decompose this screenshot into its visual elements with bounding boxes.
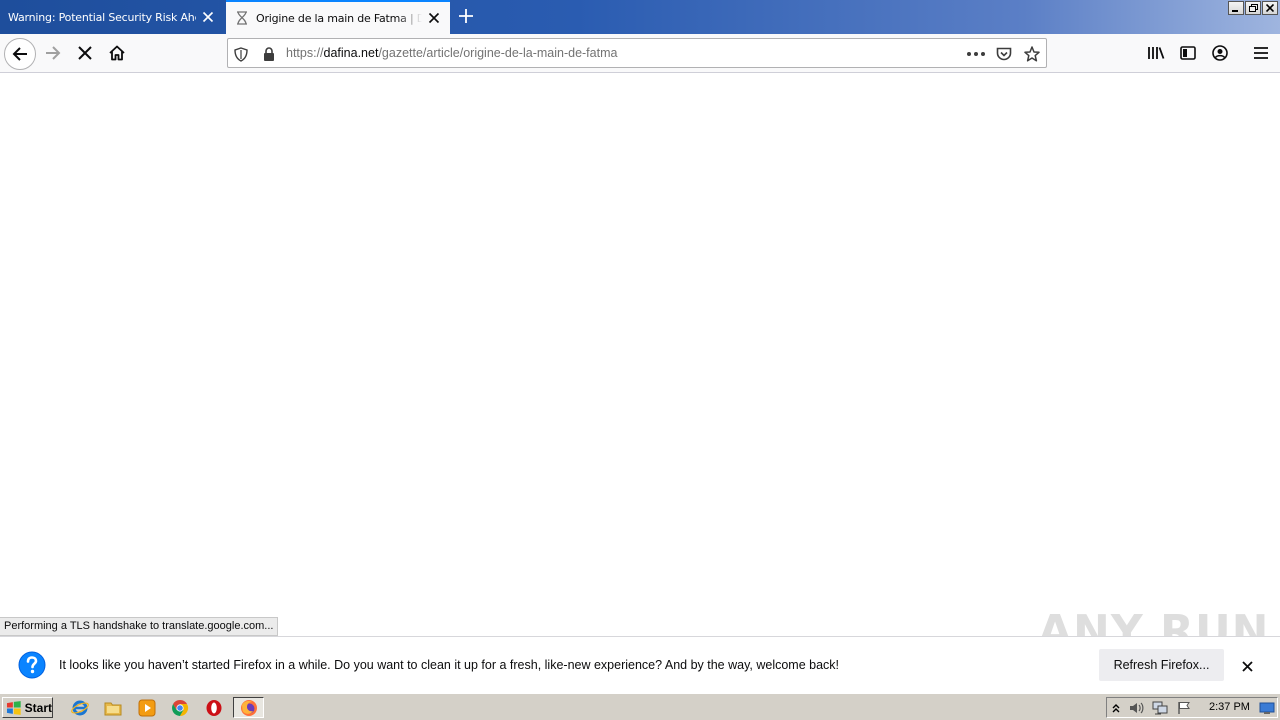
lock-icon[interactable]	[260, 45, 278, 63]
tracking-shield-icon[interactable]	[232, 45, 250, 63]
url-scheme: https://	[286, 46, 324, 60]
plus-icon	[459, 9, 473, 23]
close-window-button[interactable]	[1262, 1, 1278, 15]
network-icon[interactable]	[1152, 700, 1168, 716]
question-icon	[18, 651, 46, 679]
url-text: https://dafina.net/gazette/article/origi…	[286, 46, 617, 60]
arrow-right-icon	[46, 46, 61, 60]
close-icon[interactable]	[1238, 657, 1256, 675]
bookmark-star-icon[interactable]	[1023, 45, 1041, 63]
back-button[interactable]	[4, 38, 36, 70]
minimize-button[interactable]	[1228, 1, 1244, 15]
forward-button[interactable]	[37, 37, 69, 69]
show-desktop-icon[interactable]	[1259, 700, 1275, 716]
firefox-taskbar-button[interactable]	[233, 697, 264, 718]
page-content[interactable]	[0, 73, 1280, 636]
arrow-left-icon	[12, 47, 27, 61]
home-icon	[109, 45, 125, 61]
refresh-firefox-button[interactable]: Refresh Firefox...	[1099, 649, 1224, 681]
firefox-icon	[239, 698, 259, 718]
system-tray: 2:37 PM	[1106, 697, 1278, 718]
restore-button[interactable]	[1245, 1, 1261, 15]
start-button[interactable]: Start	[2, 697, 53, 718]
url-path: /gazette/article/origine-de-la-main-de-f…	[378, 46, 618, 60]
window-controls	[1228, 1, 1278, 15]
refresh-firefox-notification: It looks like you haven’t started Firefo…	[0, 636, 1280, 693]
pocket-icon[interactable]	[995, 45, 1013, 63]
tab-security-warning[interactable]: Warning: Potential Security Risk Ahead	[0, 0, 224, 34]
tab-title: Warning: Potential Security Risk Ahead	[8, 10, 196, 24]
tab-dafina-article[interactable]: Origine de la main de Fatma | Dafina	[226, 0, 450, 34]
sidebar-icon[interactable]	[1177, 42, 1199, 64]
tab-title: Origine de la main de Fatma | Dafina	[256, 11, 422, 25]
taskbar-clock[interactable]: 2:37 PM	[1209, 701, 1250, 713]
opera-icon[interactable]	[204, 698, 224, 718]
ie-icon[interactable]	[70, 698, 90, 718]
windows-taskbar: Start 2:37 PM	[0, 693, 1280, 720]
hamburger-menu-icon[interactable]	[1250, 42, 1272, 64]
start-label: Start	[24, 700, 52, 715]
close-icon[interactable]	[200, 9, 216, 25]
library-icon[interactable]	[1145, 42, 1167, 64]
new-tab-button[interactable]	[455, 5, 477, 27]
stop-button[interactable]	[69, 37, 101, 69]
explorer-icon[interactable]	[103, 698, 123, 718]
show-hidden-icons-icon[interactable]	[1108, 700, 1124, 716]
url-bar[interactable]: https://dafina.net/gazette/article/origi…	[227, 38, 1047, 68]
hourglass-icon	[234, 10, 250, 26]
page-actions-icon[interactable]	[967, 45, 985, 63]
account-icon[interactable]	[1209, 42, 1231, 64]
stop-icon	[78, 46, 92, 60]
media-player-icon[interactable]	[137, 698, 157, 718]
home-button[interactable]	[101, 37, 133, 69]
navigation-toolbar: https://dafina.net/gazette/article/origi…	[0, 34, 1280, 73]
close-icon[interactable]	[426, 10, 442, 26]
status-panel: Performing a TLS handshake to translate.…	[0, 617, 279, 636]
tab-strip: Warning: Potential Security Risk Ahead O…	[0, 0, 1280, 34]
notification-message: It looks like you haven’t started Firefo…	[59, 658, 840, 672]
windows-logo-icon	[6, 700, 21, 715]
volume-icon[interactable]	[1128, 700, 1144, 716]
url-host: dafina.net	[323, 46, 379, 60]
chrome-icon[interactable]	[170, 698, 190, 718]
action-center-flag-icon[interactable]	[1176, 700, 1192, 716]
